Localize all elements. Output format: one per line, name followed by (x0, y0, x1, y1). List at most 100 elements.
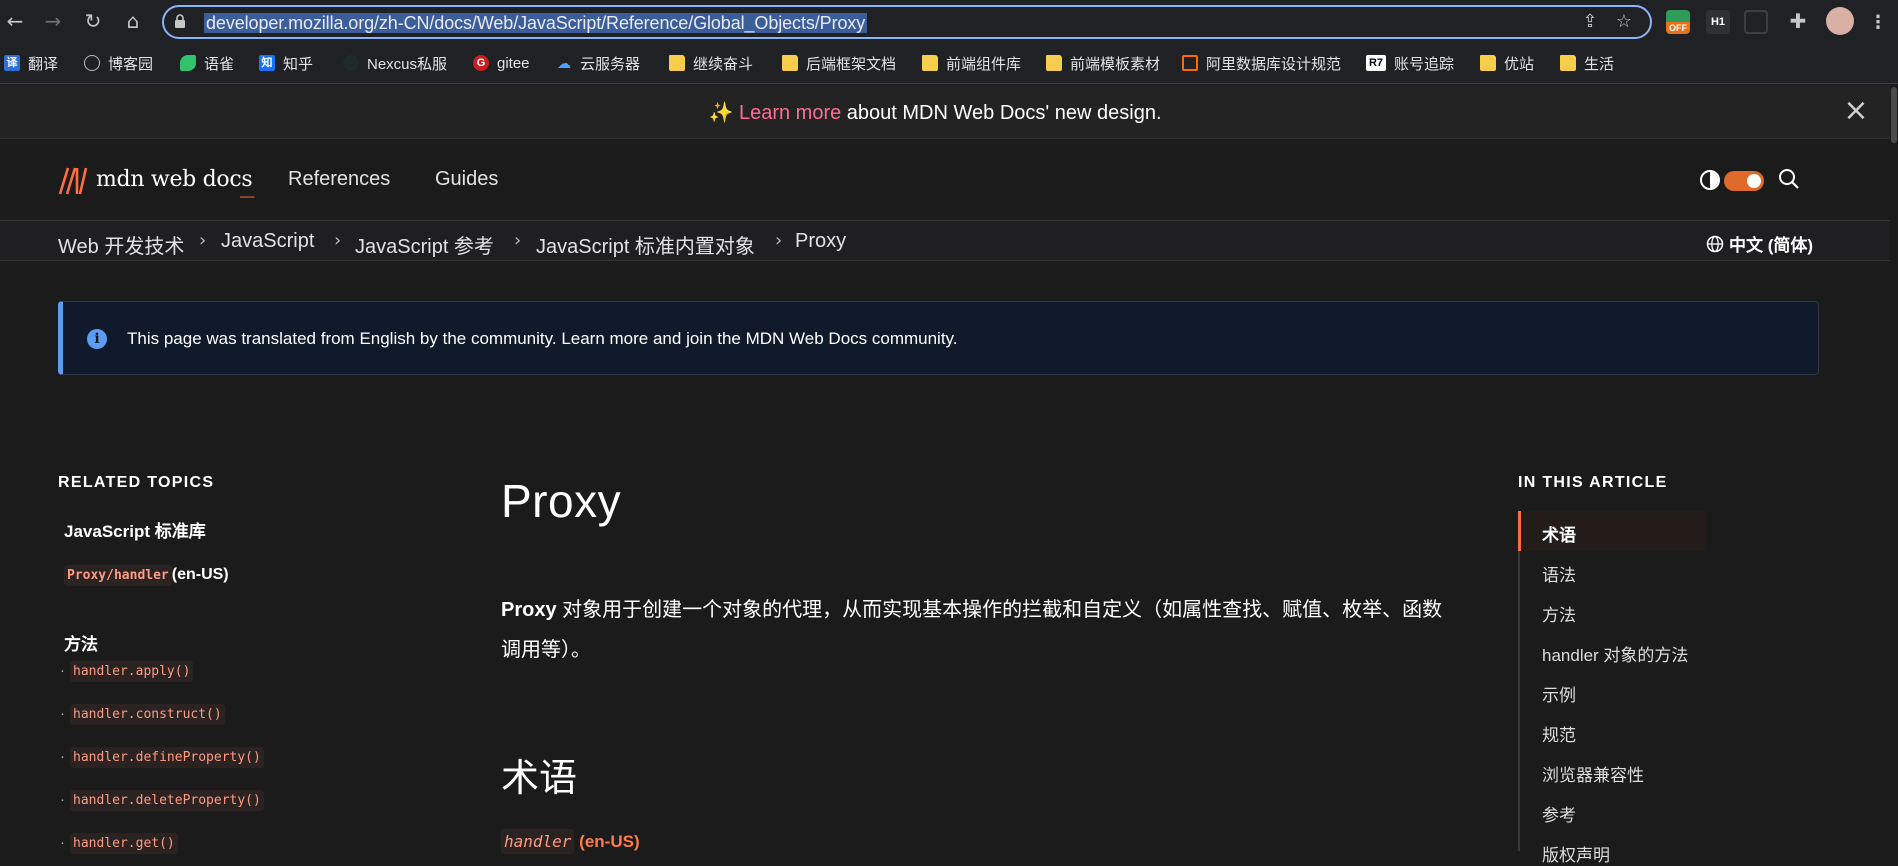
scrollbar[interactable] (1890, 85, 1898, 851)
nav-guides[interactable]: Guides (435, 168, 498, 191)
logo-cursor: _ (240, 170, 255, 198)
mdn-logo-text[interactable]: mdn web docs (96, 167, 253, 192)
bookmark-item[interactable]: 知知乎 (259, 52, 313, 74)
chevron-right-icon: › (334, 230, 342, 251)
method-link[interactable]: handler.deleteProperty() (70, 790, 264, 811)
notice-text[interactable]: This page was translated from English by… (127, 329, 958, 349)
breadcrumb-item[interactable]: JavaScript (221, 230, 314, 253)
bookmark-item[interactable]: 前端模板素材 (1046, 52, 1160, 74)
sidebar-item[interactable]: · handler.defineProperty() (60, 747, 264, 768)
banner-message: about MDN Web Docs' new design. (841, 102, 1162, 124)
reload-icon[interactable]: ↻ (80, 8, 106, 34)
bookmark-label: 翻译 (28, 55, 59, 73)
browser-toolbar: ← → ↻ ⌂ developer.mozilla.org/zh-CN/docs… (0, 0, 1898, 42)
sidebar-item[interactable]: · handler.construct() (60, 704, 225, 725)
bookmark-star-icon[interactable]: ☆ (1614, 12, 1634, 32)
toc-item[interactable]: 示例 (1542, 681, 1576, 706)
url-text[interactable]: developer.mozilla.org/zh-CN/docs/Web/Jav… (204, 13, 868, 33)
bookmark-label: 云服务器 (580, 55, 641, 73)
lang-tag: (en-US) (579, 832, 640, 851)
sidebar-item[interactable]: · handler.apply() (60, 661, 194, 682)
share-icon[interactable]: ⇪ (1580, 12, 1600, 32)
bookmark-item[interactable]: ☁ 云服务器 (556, 52, 640, 74)
toc-item[interactable]: 浏览器兼容性 (1542, 761, 1644, 786)
zhihu-icon: 知 (259, 55, 275, 71)
yuque-icon (180, 55, 196, 71)
sidebar-item[interactable]: · handler.get() (60, 833, 178, 854)
term-link[interactable]: handler (en-US) (501, 829, 640, 854)
address-bar[interactable]: developer.mozilla.org/zh-CN/docs/Web/Jav… (162, 5, 1652, 39)
bookmark-item[interactable]: 博客园 (84, 52, 153, 74)
bookmark-label: 阿里数据库设计规范 (1206, 55, 1342, 73)
theme-contrast-icon[interactable] (1700, 170, 1720, 190)
back-icon[interactable]: ← (2, 8, 28, 34)
info-icon: i (87, 329, 107, 349)
toc-item-active[interactable]: 术语 (1542, 521, 1576, 546)
sidebar-group-title[interactable]: JavaScript 标准库 (64, 517, 206, 542)
extension-off-icon[interactable]: OFF (1666, 10, 1690, 34)
home-icon[interactable]: ⌂ (120, 8, 146, 34)
banner-text: ✨ Learn more about MDN Web Docs' new des… (0, 100, 1870, 125)
bookmark-item[interactable]: Nexcus私服 (343, 52, 447, 74)
bookmark-item[interactable]: Ggitee (473, 52, 530, 74)
avatar[interactable] (1826, 7, 1854, 35)
sidebar-section-title: 方法 (64, 635, 98, 654)
chevron-right-icon: › (199, 230, 207, 251)
sidebar-item[interactable]: · handler.deleteProperty() (60, 790, 264, 811)
toc-item[interactable]: handler 对象的方法 (1542, 641, 1688, 666)
mdn-logo-icon[interactable] (58, 167, 88, 195)
bookmark-item[interactable]: 后端框架文档 (782, 52, 896, 74)
bookmark-item[interactable]: 译翻译 (4, 52, 58, 74)
lang-tag: (en-US) (171, 566, 229, 583)
method-link[interactable]: handler.apply() (70, 661, 194, 682)
breadcrumb-item[interactable]: Web 开发技术 (58, 230, 184, 259)
breadcrumb-item[interactable]: JavaScript 参考 (355, 230, 494, 259)
sparkle-icon: ✨ (708, 100, 734, 124)
toc-item[interactable]: 版权声明 (1542, 841, 1610, 866)
folder-icon (669, 55, 685, 71)
chevron-right-icon: › (514, 230, 522, 251)
site-header: mdn web docs _ References Guides (0, 140, 1890, 220)
bookmark-item[interactable]: 继续奋斗 (669, 52, 753, 74)
bookmark-item[interactable]: 前端组件库 (922, 52, 1021, 74)
bookmark-label: 继续奋斗 (693, 55, 754, 73)
toc-item[interactable]: 规范 (1542, 721, 1576, 746)
h1-extension-icon[interactable]: H1 (1706, 10, 1730, 34)
bookmark-item[interactable]: 阿里数据库设计规范 (1182, 52, 1341, 74)
bookmark-item[interactable]: 语雀 (180, 52, 234, 74)
bookmark-label: 生活 (1584, 55, 1615, 73)
close-icon[interactable]: × (1842, 96, 1870, 126)
nav-references[interactable]: References (288, 168, 390, 191)
folder-icon (1560, 55, 1576, 71)
aliyun-icon (1182, 55, 1198, 71)
extension-icon[interactable] (1744, 10, 1768, 34)
method-link[interactable]: handler.construct() (70, 704, 225, 725)
h1-extension-text: H1 (1710, 16, 1726, 28)
banner-learn-more-link[interactable]: Learn more (739, 102, 841, 124)
theme-toggle[interactable] (1724, 171, 1764, 191)
forward-icon[interactable]: → (40, 8, 66, 34)
translation-notice: i This page was translated from English … (58, 301, 1819, 375)
bookmark-item[interactable]: 生活 (1560, 52, 1614, 74)
search-icon[interactable] (1778, 168, 1800, 190)
folder-icon (1046, 55, 1062, 71)
sidebar-item-handler[interactable]: Proxy/handler (en-US) (64, 565, 229, 586)
code-chip: Proxy/handler (64, 565, 172, 586)
bookmark-label: 语雀 (204, 55, 235, 73)
puzzle-icon[interactable]: ✚ (1786, 10, 1810, 34)
breadcrumb-item-current[interactable]: Proxy (795, 230, 846, 253)
chevron-right-icon: › (775, 230, 783, 251)
bookmark-label: 账号追踪 (1394, 55, 1455, 73)
bookmark-item[interactable]: 优站 (1480, 52, 1534, 74)
language-switcher[interactable]: 中文 (简体) (1706, 231, 1813, 256)
gitee-icon: G (473, 55, 489, 71)
menu-icon[interactable]: ⋮ (1866, 10, 1890, 34)
toc-item[interactable]: 参考 (1542, 801, 1576, 826)
toc-item[interactable]: 方法 (1542, 601, 1576, 626)
breadcrumb-item[interactable]: JavaScript 标准内置对象 (536, 230, 755, 259)
bookmarks-bar: 译翻译 博客园 语雀 知知乎 Nexcus私服 Ggitee ☁ 云服务器 继续奋… (0, 42, 1898, 84)
method-link[interactable]: handler.defineProperty() (70, 747, 264, 768)
bookmark-item[interactable]: R7 账号追踪 (1366, 52, 1454, 74)
toc-item[interactable]: 语法 (1542, 561, 1576, 586)
scrollbar-thumb[interactable] (1891, 87, 1897, 143)
